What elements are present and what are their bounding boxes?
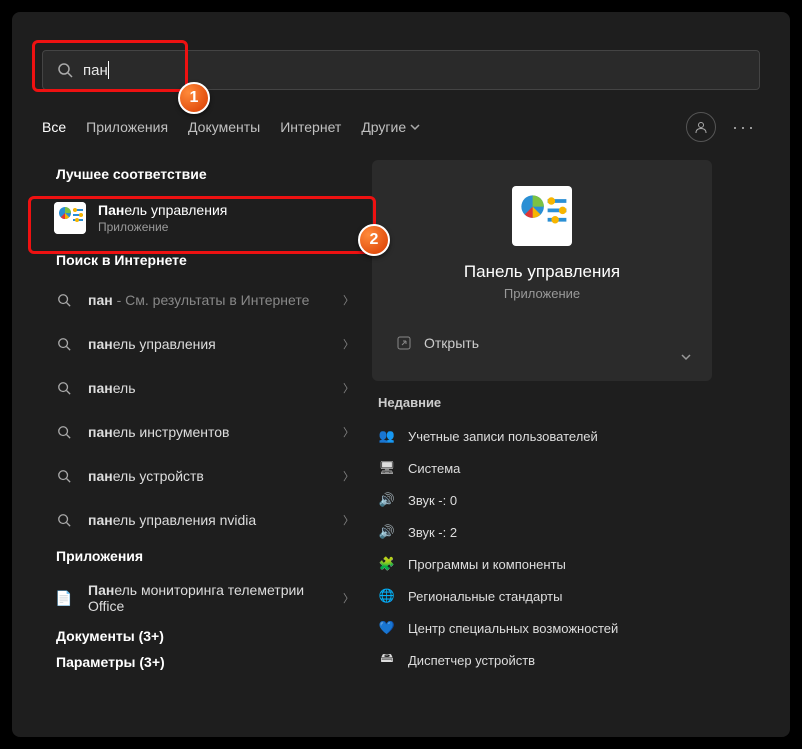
result-text: панель устройств bbox=[88, 468, 329, 484]
web-result-0[interactable]: пан - См. результаты в Интернете 〉 bbox=[42, 278, 372, 322]
recent-item-0[interactable]: 👥 Учетные записи пользователей bbox=[372, 420, 712, 452]
recent-item-label: Региональные стандарты bbox=[408, 589, 562, 604]
search-icon bbox=[54, 334, 74, 354]
recent-item-5[interactable]: 🌐 Региональные стандарты bbox=[372, 580, 712, 612]
search-icon bbox=[54, 378, 74, 398]
recent-item-label: Звук -: 2 bbox=[408, 525, 457, 540]
recent-item-6[interactable]: 💙 Центр специальных возможностей bbox=[372, 612, 712, 644]
chevron-right-icon[interactable]: 〉 bbox=[337, 418, 360, 446]
tab-internet[interactable]: Интернет bbox=[280, 115, 341, 139]
search-icon bbox=[54, 422, 74, 442]
section-params-more[interactable]: Параметры (3+) bbox=[56, 654, 372, 670]
search-window: пан Все Приложения Документы Интернет Др… bbox=[12, 12, 790, 737]
annotation-marker-1: 1 bbox=[178, 82, 210, 114]
web-result-4[interactable]: панель устройств 〉 bbox=[42, 454, 372, 498]
best-match-item[interactable]: Панель управления Приложение bbox=[42, 192, 372, 244]
recent-item-icon: 🖴 bbox=[378, 651, 396, 669]
web-result-3[interactable]: панель инструментов 〉 bbox=[42, 410, 372, 454]
open-button[interactable]: Открыть bbox=[390, 327, 694, 359]
preview-column: Панель управления Приложение Открыть Нед… bbox=[372, 160, 742, 680]
web-result-1[interactable]: панель управления 〉 bbox=[42, 322, 372, 366]
recent-item-icon: 🔊 bbox=[378, 523, 396, 541]
best-match-title: Панель управления bbox=[98, 202, 227, 218]
recent-item-3[interactable]: 🔊 Звук -: 2 bbox=[372, 516, 712, 548]
result-text: панель bbox=[88, 380, 329, 396]
web-result-2[interactable]: панель 〉 bbox=[42, 366, 372, 410]
user-avatar-button[interactable] bbox=[686, 112, 716, 142]
search-icon bbox=[54, 290, 74, 310]
chevron-right-icon[interactable]: 〉 bbox=[337, 374, 360, 402]
result-text: панель инструментов bbox=[88, 424, 329, 440]
chevron-down-icon bbox=[680, 351, 692, 363]
best-match-subtitle: Приложение bbox=[98, 220, 227, 234]
expand-button[interactable] bbox=[672, 343, 700, 371]
recent-item-icon: 💙 bbox=[378, 619, 396, 637]
web-result-5[interactable]: панель управления nvidia 〉 bbox=[42, 498, 372, 542]
tab-all[interactable]: Все bbox=[42, 115, 66, 139]
control-panel-icon bbox=[54, 202, 86, 234]
search-bar[interactable]: пан bbox=[42, 50, 760, 90]
open-label: Открыть bbox=[424, 335, 479, 351]
section-best-match: Лучшее соответствие bbox=[56, 166, 372, 182]
recent-item-icon: 🖥 bbox=[378, 459, 396, 477]
tab-more[interactable]: Другие bbox=[361, 115, 420, 139]
recent-item-icon: 🧩 bbox=[378, 555, 396, 573]
section-apps: Приложения bbox=[56, 548, 372, 564]
search-input[interactable] bbox=[109, 62, 745, 79]
user-icon bbox=[694, 120, 708, 134]
recent-item-label: Диспетчер устройств bbox=[408, 653, 535, 668]
section-docs-more[interactable]: Документы (3+) bbox=[56, 628, 372, 644]
chevron-right-icon[interactable]: 〉 bbox=[337, 584, 360, 612]
preview-subtitle: Приложение bbox=[390, 286, 694, 301]
preview-title: Панель управления bbox=[390, 262, 694, 282]
recent-item-icon: 🌐 bbox=[378, 587, 396, 605]
filter-tabs: Все Приложения Документы Интернет Другие… bbox=[42, 112, 760, 142]
chevron-right-icon[interactable]: 〉 bbox=[337, 330, 360, 358]
search-icon bbox=[57, 62, 73, 78]
annotation-marker-2: 2 bbox=[358, 224, 390, 256]
results-column: Лучшее соответствие Панель управления Пр… bbox=[12, 160, 372, 680]
tab-documents[interactable]: Документы bbox=[188, 115, 260, 139]
recent-item-7[interactable]: 🖴 Диспетчер устройств bbox=[372, 644, 712, 676]
recent-item-icon: 👥 bbox=[378, 427, 396, 445]
recent-section: Недавние 👥 Учетные записи пользователей 🖥 С… bbox=[372, 395, 712, 676]
result-text: панель управления nvidia bbox=[88, 512, 329, 528]
app-result-0[interactable]: 📄 Панель мониторинга телеметрии Office 〉 bbox=[42, 574, 372, 622]
open-icon bbox=[396, 335, 412, 351]
control-panel-icon bbox=[512, 186, 572, 246]
search-icon bbox=[54, 466, 74, 486]
chevron-down-icon bbox=[410, 122, 420, 132]
tab-more-label: Другие bbox=[361, 119, 406, 135]
recent-item-label: Система bbox=[408, 461, 460, 476]
recent-title: Недавние bbox=[378, 395, 706, 410]
preview-card: Панель управления Приложение Открыть bbox=[372, 160, 712, 381]
search-icon bbox=[54, 510, 74, 530]
recent-item-1[interactable]: 🖥 Система bbox=[372, 452, 712, 484]
recent-item-label: Программы и компоненты bbox=[408, 557, 566, 572]
recent-item-label: Центр специальных возможностей bbox=[408, 621, 618, 636]
chevron-right-icon[interactable]: 〉 bbox=[337, 462, 360, 490]
chevron-right-icon[interactable]: 〉 bbox=[337, 286, 360, 314]
section-web-search: Поиск в Интернете bbox=[56, 252, 372, 268]
recent-item-icon: 🔊 bbox=[378, 491, 396, 509]
recent-item-4[interactable]: 🧩 Программы и компоненты bbox=[372, 548, 712, 580]
result-text: Панель мониторинга телеметрии Office bbox=[88, 582, 329, 614]
chevron-right-icon[interactable]: 〉 bbox=[337, 506, 360, 534]
more-options-button[interactable]: ··· bbox=[728, 117, 760, 138]
recent-item-label: Учетные записи пользователей bbox=[408, 429, 598, 444]
search-value: пан bbox=[83, 62, 108, 79]
recent-item-label: Звук -: 0 bbox=[408, 493, 457, 508]
result-text: панель управления bbox=[88, 336, 329, 352]
result-text: пан - См. результаты в Интернете bbox=[88, 292, 329, 308]
document-icon: 📄 bbox=[54, 588, 74, 608]
recent-item-2[interactable]: 🔊 Звук -: 0 bbox=[372, 484, 712, 516]
tab-apps[interactable]: Приложения bbox=[86, 115, 168, 139]
